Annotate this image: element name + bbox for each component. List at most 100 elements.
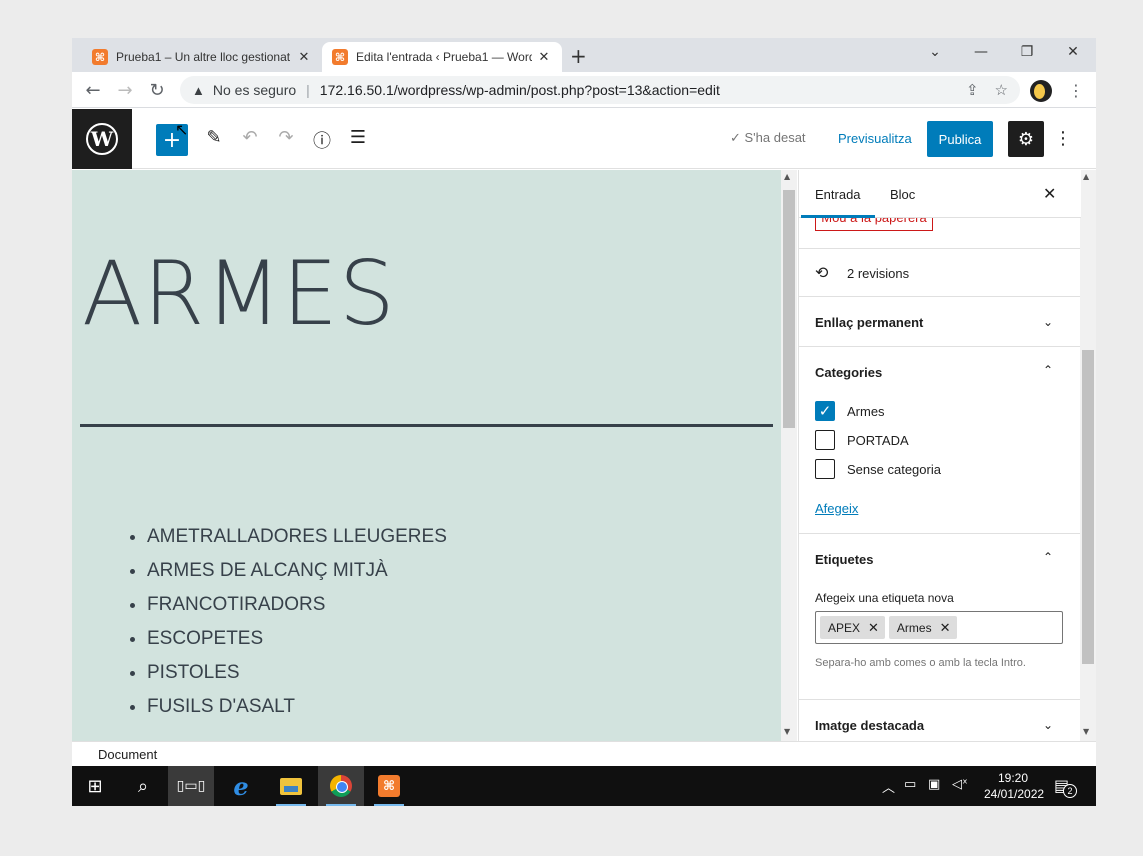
info-icon[interactable]: ⓘ [310, 127, 334, 153]
featured-image-panel[interactable]: Imatge destacada ⌄ [799, 699, 1081, 741]
close-sidebar-icon[interactable]: ✕ [1043, 184, 1056, 204]
system-clock[interactable]: 19:20 24/01/2022 [984, 770, 1044, 802]
undo-icon[interactable]: ↶ [238, 127, 262, 148]
add-category-link[interactable]: Afegeix [815, 501, 858, 516]
publish-button[interactable]: Publica [927, 121, 993, 157]
category-portada[interactable]: PORTADA [815, 430, 909, 450]
editor-toolbar: W + ✎ ↶ ↷ ⓘ ☰ ✓ S'ha desat Previsualitza… [72, 109, 1096, 169]
file-explorer-icon[interactable] [268, 766, 314, 806]
forward-icon[interactable]: → [114, 80, 136, 101]
chevron-down-icon[interactable]: ⌄ [1043, 315, 1053, 329]
categories-heading[interactable]: Categories [815, 365, 882, 380]
close-tab-icon[interactable]: ✕ [296, 50, 312, 65]
tab-bloc[interactable]: Bloc [890, 187, 915, 202]
chevron-up-icon[interactable]: ⌃ [1043, 363, 1053, 377]
post-title[interactable]: ARMES [82, 242, 396, 345]
tab-search-chevron-icon[interactable]: ⌄ [923, 44, 947, 60]
minimize-icon[interactable]: — [969, 44, 993, 60]
list-item[interactable]: PISTOLES [147, 656, 447, 690]
restore-icon[interactable]: ❐ [1015, 44, 1039, 60]
browser-tab-editor[interactable]: ⌘ Edita l'entrada ‹ Prueba1 — WordPress … [322, 42, 562, 72]
category-label: Armes [847, 403, 885, 419]
revisions-link[interactable]: 2 revisions [847, 266, 909, 281]
task-view-icon[interactable]: ▯▭▯ [168, 766, 214, 806]
editor-scrollbar[interactable]: ▲ ▼ [781, 170, 797, 741]
clock-time: 19:20 [997, 771, 1029, 785]
category-label: Sense categoria [847, 461, 941, 477]
more-options-icon[interactable]: ⋮ [1054, 128, 1072, 149]
browser-tab-site[interactable]: ⌘ Prueba1 – Un altre lloc gestionat ✕ [82, 42, 322, 72]
windows-start-icon[interactable]: ⊞ [72, 766, 118, 806]
settings-sidebar: Entrada Bloc ✕ Mou a la paperera ⟲ 2 rev… [798, 170, 1096, 741]
preview-button[interactable]: Previsualitza [838, 131, 912, 146]
checkbox-checked-icon[interactable]: ✓ [815, 401, 835, 421]
tag-chip: APEX ✕ [820, 616, 885, 639]
list-item[interactable]: ARMES DE ALCANÇ MITJÀ [147, 554, 447, 588]
breadcrumb-document[interactable]: Document [98, 747, 157, 762]
tags-heading[interactable]: Etiquetes [815, 552, 874, 567]
show-hidden-icons-icon[interactable]: ︿ [882, 777, 895, 796]
share-icon[interactable]: ⇪ [966, 81, 979, 99]
browser-menu-icon[interactable]: ⋮ [1068, 81, 1084, 100]
new-tab-icon[interactable]: + [570, 44, 587, 68]
saved-label: S'ha desat [744, 130, 806, 145]
sidebar-scrollbar[interactable]: ▲ ▼ [1080, 170, 1096, 741]
scroll-down-icon[interactable]: ▼ [1083, 727, 1089, 736]
browser-address-bar: ← → ↻ ▲ No es seguro | 172.16.50.1/wordp… [72, 72, 1096, 108]
volume-muted-icon[interactable]: ◁ˣ [952, 777, 968, 792]
security-label[interactable]: No es seguro [213, 82, 296, 98]
scrollbar-thumb[interactable] [783, 190, 795, 428]
redo-icon[interactable]: ↷ [274, 127, 298, 148]
url-text[interactable]: 172.16.50.1/wordpress/wp-admin/post.php?… [320, 82, 720, 98]
warning-icon[interactable]: ▲ [192, 83, 205, 98]
scrollbar-thumb[interactable] [1082, 350, 1094, 664]
network-icon[interactable]: ▣ [928, 777, 940, 792]
url-omnibox[interactable]: ▲ No es seguro | 172.16.50.1/wordpress/w… [180, 76, 1020, 104]
permalink-panel[interactable]: Enllaç permanent ⌄ [799, 296, 1081, 346]
close-window-icon[interactable]: ✕ [1061, 44, 1085, 60]
featured-image-heading[interactable]: Imatge destacada [815, 718, 924, 733]
bookmark-star-icon[interactable]: ☆ [995, 81, 1008, 99]
tag-chip-label: APEX [828, 620, 861, 635]
edit-pencil-icon[interactable]: ✎ [202, 127, 226, 148]
tag-chip-label: Armes [896, 620, 932, 635]
list-item[interactable]: AMETRALLADORES LLEUGERES [147, 520, 447, 554]
close-tab-icon[interactable]: ✕ [536, 50, 552, 65]
saved-status: ✓ S'ha desat [730, 130, 806, 146]
chevron-down-icon[interactable]: ⌄ [1043, 718, 1053, 732]
chevron-up-icon[interactable]: ⌃ [1043, 550, 1053, 564]
category-sense[interactable]: Sense categoria [815, 459, 941, 479]
post-editor-canvas: ARMES AMETRALLADORES LLEUGERES ARMES DE … [72, 170, 781, 741]
xampp-favicon-icon: ⌘ [92, 49, 108, 65]
list-block[interactable]: AMETRALLADORES LLEUGERES ARMES DE ALCANÇ… [147, 520, 447, 724]
action-center-icon[interactable]: ▤ 2 [1054, 776, 1077, 798]
revisions-panel[interactable]: ⟲ 2 revisions [799, 248, 1081, 296]
power-icon[interactable]: ▭ [904, 777, 916, 792]
search-icon[interactable]: ⌕ [120, 766, 166, 806]
xampp-icon[interactable]: ⌘ [366, 766, 412, 806]
tag-input[interactable]: APEX ✕ Armes ✕ [815, 611, 1063, 644]
tab-entrada[interactable]: Entrada [801, 187, 874, 218]
settings-gear-icon[interactable]: ⚙ [1008, 121, 1044, 157]
scroll-down-icon[interactable]: ▼ [784, 727, 790, 736]
list-view-icon[interactable]: ☰ [346, 127, 370, 148]
reload-icon[interactable]: ↻ [146, 80, 168, 101]
chrome-icon[interactable] [318, 766, 364, 806]
xampp-favicon-icon: ⌘ [332, 49, 348, 65]
category-armes[interactable]: ✓ Armes [815, 401, 885, 421]
permalink-heading[interactable]: Enllaç permanent [815, 315, 923, 330]
scroll-up-icon[interactable]: ▲ [784, 172, 790, 181]
checkbox-icon[interactable] [815, 459, 835, 479]
scroll-up-icon[interactable]: ▲ [1083, 172, 1089, 181]
remove-tag-icon[interactable]: ✕ [940, 620, 951, 636]
back-icon[interactable]: ← [82, 80, 104, 101]
remove-tag-icon[interactable]: ✕ [868, 620, 879, 636]
internet-explorer-icon[interactable]: e [218, 766, 264, 806]
separator-block[interactable] [80, 424, 773, 427]
list-item[interactable]: FUSILS D'ASALT [147, 690, 447, 724]
list-item[interactable]: ESCOPETES [147, 622, 447, 656]
checkbox-icon[interactable] [815, 430, 835, 450]
wordpress-logo-button[interactable]: W [72, 109, 132, 169]
profile-avatar[interactable] [1030, 80, 1052, 102]
list-item[interactable]: FRANCOTIRADORS [147, 588, 447, 622]
